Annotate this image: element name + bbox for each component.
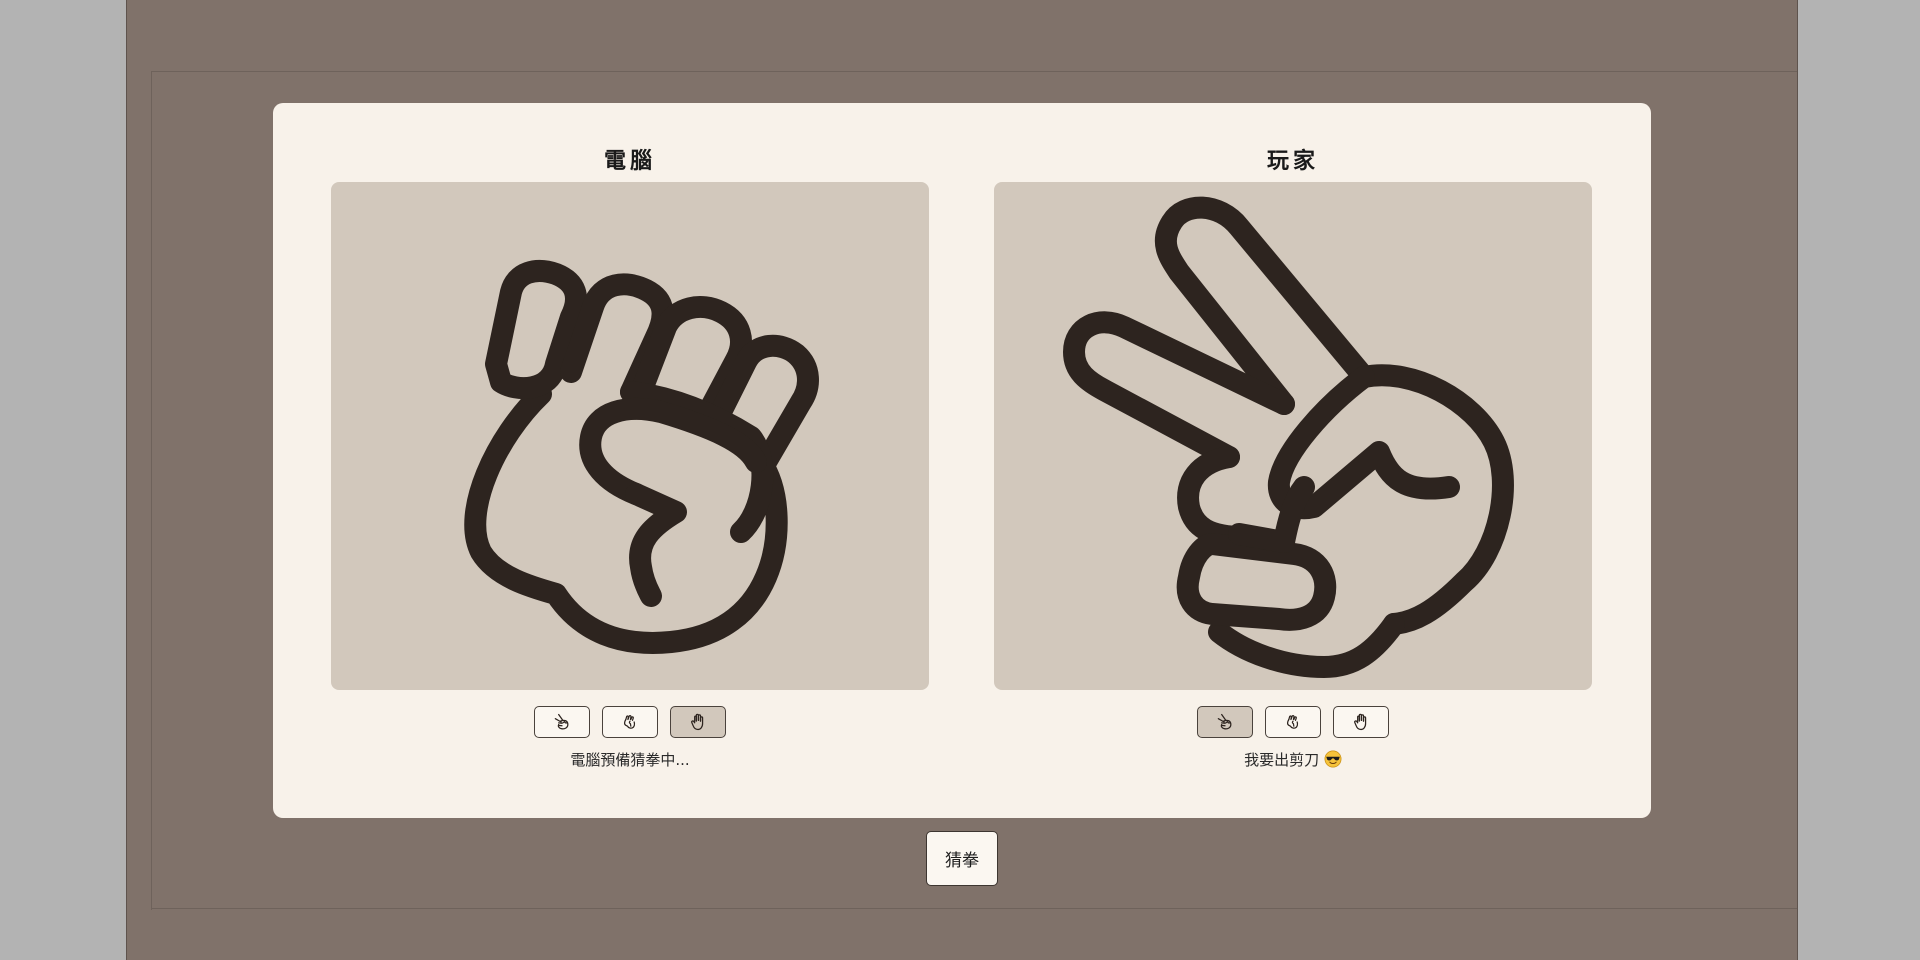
computer-status: 電腦預備猜拳中... (570, 751, 690, 769)
guide-line-top (151, 71, 1797, 72)
player-status-text: 我要出剪刀 (1244, 751, 1320, 769)
computer-title: 電腦 (603, 149, 656, 174)
scissors-hand-icon (1217, 713, 1232, 730)
cool-face-emoji (1324, 750, 1342, 768)
play-button[interactable]: 猜拳 (926, 831, 998, 886)
player-choice-rock[interactable] (1265, 706, 1321, 738)
guide-line-bottom (151, 908, 1797, 909)
rock-hand-icon (464, 260, 819, 654)
computer-choice-paper[interactable] (670, 706, 726, 738)
player-title: 玩家 (1266, 149, 1319, 174)
scissors-hand-icon (554, 713, 569, 730)
player-status: 我要出剪刀 (994, 749, 1592, 770)
computer-choice-scissors[interactable] (534, 706, 590, 738)
game-card: 電腦 電腦預備猜拳中... 玩家 我要出剪刀 (273, 103, 1651, 818)
rock-hand-icon (623, 714, 636, 729)
guide-line-left (151, 72, 152, 910)
player-choice-paper[interactable] (1333, 706, 1389, 738)
scissors-hand-icon (1063, 196, 1514, 678)
paper-hand-icon (691, 713, 704, 731)
computer-choice-rock[interactable] (602, 706, 658, 738)
computer-hand-display (331, 182, 929, 690)
player-hand-display (994, 182, 1592, 690)
game-stage: 電腦 電腦預備猜拳中... 玩家 我要出剪刀 猜拳 (126, 0, 1798, 960)
rock-hand-icon (1286, 714, 1299, 729)
paper-hand-icon (1354, 713, 1367, 731)
computer-choice-row (331, 706, 929, 738)
player-choice-scissors[interactable] (1197, 706, 1253, 738)
player-choice-row (994, 706, 1592, 738)
